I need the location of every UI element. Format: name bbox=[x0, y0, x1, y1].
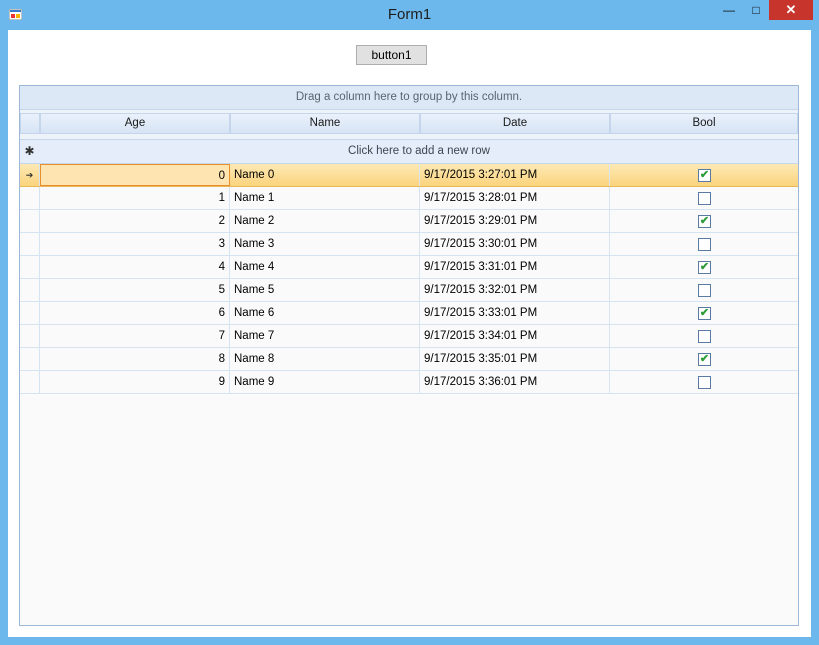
form-client-area: button1 Drag a column here to group by t… bbox=[8, 30, 811, 637]
cell-bool: ✔ bbox=[610, 348, 798, 370]
row-indicator[interactable] bbox=[20, 210, 40, 232]
cell-date[interactable]: 9/17/2015 3:36:01 PM bbox=[420, 371, 610, 393]
group-by-panel[interactable]: Drag a column here to group by this colu… bbox=[20, 86, 798, 110]
checkbox-checked[interactable]: ✔ bbox=[698, 169, 711, 182]
table-row[interactable]: ➔ 0 Name 0 9/17/2015 3:27:01 PM ✔ bbox=[20, 164, 798, 187]
maximize-icon: □ bbox=[752, 3, 760, 17]
cell-name[interactable]: Name 9 bbox=[230, 371, 420, 393]
button1[interactable]: button1 bbox=[356, 45, 427, 65]
data-grid[interactable]: Drag a column here to group by this colu… bbox=[19, 85, 799, 626]
row-indicator[interactable] bbox=[20, 233, 40, 255]
cell-name[interactable]: Name 4 bbox=[230, 256, 420, 278]
cell-bool: ✔ bbox=[610, 210, 798, 232]
column-header-name[interactable]: Name bbox=[230, 113, 420, 134]
cell-age[interactable]: 3 bbox=[40, 233, 230, 255]
cell-date[interactable]: 9/17/2015 3:27:01 PM bbox=[420, 164, 610, 186]
new-row-label[interactable]: Click here to add a new row bbox=[40, 140, 798, 163]
row-indicator[interactable] bbox=[20, 256, 40, 278]
current-row-arrow-icon[interactable]: ➔ bbox=[20, 164, 40, 186]
close-icon: ✕ bbox=[785, 2, 797, 17]
table-row[interactable]: 6 Name 6 9/17/2015 3:33:01 PM ✔ bbox=[20, 302, 798, 325]
cell-bool: ✔ bbox=[610, 302, 798, 324]
cell-age[interactable]: 2 bbox=[40, 210, 230, 232]
cell-name[interactable]: Name 5 bbox=[230, 279, 420, 301]
cell-date[interactable]: 9/17/2015 3:32:01 PM bbox=[420, 279, 610, 301]
cell-name[interactable]: Name 6 bbox=[230, 302, 420, 324]
table-row[interactable]: 3 Name 3 9/17/2015 3:30:01 PM bbox=[20, 233, 798, 256]
cell-bool bbox=[610, 279, 798, 301]
checkbox-unchecked[interactable] bbox=[698, 238, 711, 251]
cell-date[interactable]: 9/17/2015 3:30:01 PM bbox=[420, 233, 610, 255]
row-indicator[interactable] bbox=[20, 371, 40, 393]
cell-bool bbox=[610, 233, 798, 255]
cell-bool bbox=[610, 187, 798, 209]
cell-age[interactable]: 5 bbox=[40, 279, 230, 301]
new-row[interactable]: ✱ Click here to add a new row bbox=[20, 140, 798, 164]
cell-age[interactable]: 8 bbox=[40, 348, 230, 370]
minimize-icon: — bbox=[723, 3, 735, 17]
cell-name[interactable]: Name 7 bbox=[230, 325, 420, 347]
table-row[interactable]: 4 Name 4 9/17/2015 3:31:01 PM ✔ bbox=[20, 256, 798, 279]
checkbox-unchecked[interactable] bbox=[698, 192, 711, 205]
cell-name[interactable]: Name 2 bbox=[230, 210, 420, 232]
table-row[interactable]: 9 Name 9 9/17/2015 3:36:01 PM bbox=[20, 371, 798, 394]
cell-name[interactable]: Name 1 bbox=[230, 187, 420, 209]
maximize-button[interactable]: □ bbox=[743, 0, 769, 20]
cell-name[interactable]: Name 0 bbox=[230, 164, 420, 186]
cell-date[interactable]: 9/17/2015 3:33:01 PM bbox=[420, 302, 610, 324]
checkbox-checked[interactable]: ✔ bbox=[698, 353, 711, 366]
checkbox-unchecked[interactable] bbox=[698, 284, 711, 297]
column-header-age[interactable]: Age bbox=[40, 113, 230, 134]
cell-age[interactable]: 1 bbox=[40, 187, 230, 209]
row-indicator[interactable] bbox=[20, 348, 40, 370]
table-row[interactable]: 5 Name 5 9/17/2015 3:32:01 PM bbox=[20, 279, 798, 302]
checkbox-checked[interactable]: ✔ bbox=[698, 307, 711, 320]
row-indicator[interactable] bbox=[20, 325, 40, 347]
cell-name[interactable]: Name 8 bbox=[230, 348, 420, 370]
column-header-row: Age Name Date Bool bbox=[20, 110, 798, 140]
cell-age[interactable]: 9 bbox=[40, 371, 230, 393]
window-title: Form1 bbox=[387, 6, 432, 23]
checkbox-checked[interactable]: ✔ bbox=[698, 215, 711, 228]
cell-bool: ✔ bbox=[610, 256, 798, 278]
row-indicator[interactable] bbox=[20, 279, 40, 301]
table-row[interactable]: 8 Name 8 9/17/2015 3:35:01 PM ✔ bbox=[20, 348, 798, 371]
cell-date[interactable]: 9/17/2015 3:34:01 PM bbox=[420, 325, 610, 347]
cell-bool bbox=[610, 325, 798, 347]
checkbox-unchecked[interactable] bbox=[698, 376, 711, 389]
checkbox-unchecked[interactable] bbox=[698, 330, 711, 343]
minimize-button[interactable]: — bbox=[715, 0, 743, 20]
cell-age[interactable]: 7 bbox=[40, 325, 230, 347]
cell-age[interactable]: 6 bbox=[40, 302, 230, 324]
cell-date[interactable]: 9/17/2015 3:31:01 PM bbox=[420, 256, 610, 278]
close-button[interactable]: ✕ bbox=[769, 0, 813, 20]
table-row[interactable]: 2 Name 2 9/17/2015 3:29:01 PM ✔ bbox=[20, 210, 798, 233]
row-indicator[interactable] bbox=[20, 302, 40, 324]
cell-name[interactable]: Name 3 bbox=[230, 233, 420, 255]
column-header-bool[interactable]: Bool bbox=[610, 113, 798, 134]
table-row[interactable]: 7 Name 7 9/17/2015 3:34:01 PM bbox=[20, 325, 798, 348]
cell-age[interactable]: 0 bbox=[40, 164, 230, 186]
cell-date[interactable]: 9/17/2015 3:28:01 PM bbox=[420, 187, 610, 209]
cell-date[interactable]: 9/17/2015 3:35:01 PM bbox=[420, 348, 610, 370]
checkbox-checked[interactable]: ✔ bbox=[698, 261, 711, 274]
new-row-icon: ✱ bbox=[24, 144, 35, 158]
cell-date[interactable]: 9/17/2015 3:29:01 PM bbox=[420, 210, 610, 232]
column-header-date[interactable]: Date bbox=[420, 113, 610, 134]
header-corner[interactable] bbox=[20, 113, 40, 134]
cell-bool: ✔ bbox=[610, 164, 798, 186]
cell-bool bbox=[610, 371, 798, 393]
table-row[interactable]: 1 Name 1 9/17/2015 3:28:01 PM bbox=[20, 187, 798, 210]
title-bar: Form1 — □ ✕ bbox=[0, 0, 819, 30]
cell-age[interactable]: 4 bbox=[40, 256, 230, 278]
row-indicator[interactable] bbox=[20, 187, 40, 209]
